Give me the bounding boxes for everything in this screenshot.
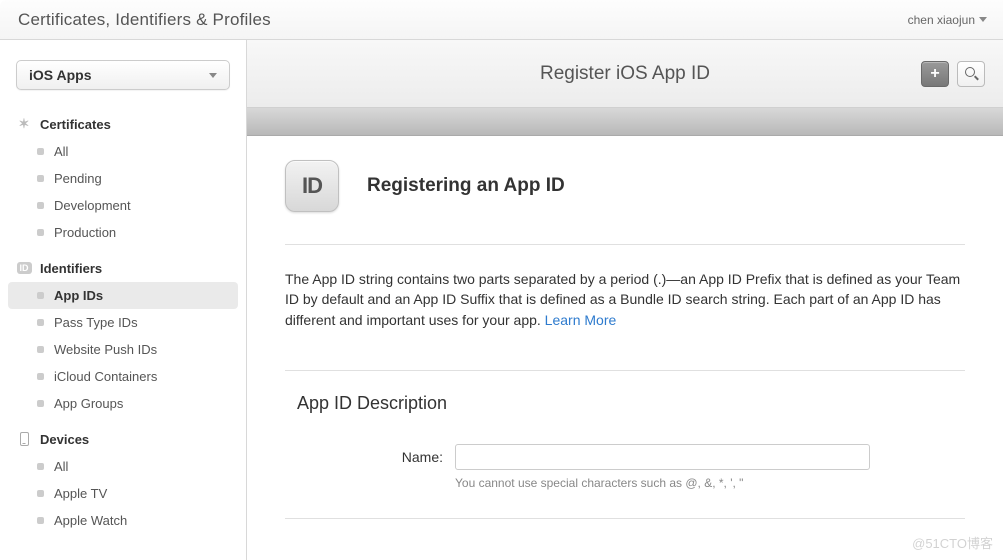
- sidebar-item-app-groups[interactable]: App Groups: [8, 390, 238, 417]
- form-section: App ID Description Name: You cannot use …: [285, 370, 965, 519]
- section-heading: App ID Description: [297, 393, 965, 414]
- bullet-icon: [37, 229, 44, 236]
- sidebar-item-website-push-ids[interactable]: Website Push IDs: [8, 336, 238, 363]
- sidebar-item-all[interactable]: All: [8, 138, 238, 165]
- bullet-icon: [37, 292, 44, 299]
- caret-down-icon: [979, 17, 987, 22]
- nav-section-identifiers: ID Identifiers App IDs Pass Type IDs Web…: [0, 252, 246, 417]
- bullet-icon: [37, 319, 44, 326]
- id-icon: ID: [16, 260, 32, 276]
- section-label: Certificates: [40, 117, 111, 132]
- bullet-icon: [37, 148, 44, 155]
- bullet-icon: [37, 490, 44, 497]
- content: ID Registering an App ID The App ID stri…: [247, 136, 1003, 560]
- bullet-icon: [37, 202, 44, 209]
- bullet-icon: [37, 400, 44, 407]
- nav-section-header: Devices: [0, 423, 246, 453]
- device-icon: [16, 431, 32, 447]
- sidebar: iOS Apps ✶ Certificates All Pending Deve…: [0, 40, 247, 560]
- id-tile-icon: ID: [285, 160, 339, 212]
- content-title: Registering an App ID: [367, 175, 565, 197]
- sidebar-item-pending[interactable]: Pending: [8, 165, 238, 192]
- sidebar-item-icloud-containers[interactable]: iCloud Containers: [8, 363, 238, 390]
- divider: [285, 518, 965, 519]
- app-title: Certificates, Identifiers & Profiles: [18, 10, 271, 30]
- platform-select[interactable]: iOS Apps: [16, 60, 230, 90]
- sidebar-item-production[interactable]: Production: [8, 219, 238, 246]
- sidebar-item-apple-tv[interactable]: Apple TV: [8, 480, 238, 507]
- bullet-icon: [37, 517, 44, 524]
- nav-section-certificates: ✶ Certificates All Pending Development P…: [0, 108, 246, 246]
- main-panel: Register iOS App ID + ID Registering an …: [247, 40, 1003, 560]
- bullet-icon: [37, 463, 44, 470]
- name-input[interactable]: [455, 444, 870, 470]
- bullet-icon: [37, 346, 44, 353]
- user-menu[interactable]: chen xiaojun: [908, 13, 987, 27]
- sidebar-item-pass-type-ids[interactable]: Pass Type IDs: [8, 309, 238, 336]
- gray-band: [247, 108, 1003, 136]
- caret-down-icon: [209, 73, 217, 78]
- page-title: Register iOS App ID: [540, 63, 710, 85]
- content-header: ID Registering an App ID: [285, 160, 965, 245]
- sidebar-item-app-ids[interactable]: App IDs: [8, 282, 238, 309]
- learn-more-link[interactable]: Learn More: [545, 312, 617, 328]
- bullet-icon: [37, 175, 44, 182]
- description-text: The App ID string contains two parts sep…: [285, 269, 965, 330]
- bullet-icon: [37, 373, 44, 380]
- sidebar-item-apple-watch[interactable]: Apple Watch: [8, 507, 238, 534]
- certificate-icon: ✶: [16, 116, 32, 132]
- add-button[interactable]: +: [921, 61, 949, 87]
- search-icon: [965, 67, 978, 80]
- name-label: Name:: [385, 444, 443, 465]
- section-label: Identifiers: [40, 261, 102, 276]
- nav-section-devices: Devices All Apple TV Apple Watch: [0, 423, 246, 534]
- user-name: chen xiaojun: [908, 13, 975, 27]
- search-button[interactable]: [957, 61, 985, 87]
- nav-section-header: ID Identifiers: [0, 252, 246, 282]
- sidebar-item-development[interactable]: Development: [8, 192, 238, 219]
- nav-section-header: ✶ Certificates: [0, 108, 246, 138]
- name-hint: You cannot use special characters such a…: [455, 476, 870, 490]
- platform-select-label: iOS Apps: [29, 67, 92, 83]
- app-header: Certificates, Identifiers & Profiles che…: [0, 0, 1003, 40]
- section-label: Devices: [40, 432, 89, 447]
- sidebar-item-devices-all[interactable]: All: [8, 453, 238, 480]
- form-row-name: Name: You cannot use special characters …: [385, 444, 965, 490]
- main-header: Register iOS App ID +: [247, 40, 1003, 108]
